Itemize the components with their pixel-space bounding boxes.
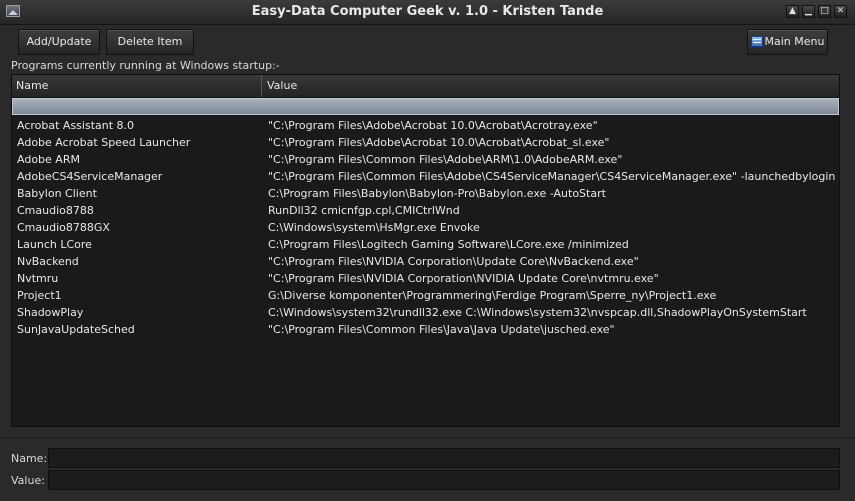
cell-name: Adobe ARM: [17, 153, 80, 166]
table-row[interactable]: Project1 G:\Diverse komponenter\Programme…: [12, 287, 839, 304]
selected-row[interactable]: [12, 98, 839, 115]
minimize-button[interactable]: ▁: [802, 5, 815, 18]
cell-value: "C:\Program Files\Adobe\Acrobat 10.0\Acr…: [268, 119, 598, 132]
cell-value: "C:\Program Files\Adobe\Acrobat 10.0\Acr…: [268, 136, 610, 149]
maximize-button[interactable]: □: [818, 5, 831, 18]
divider: [0, 437, 855, 438]
cell-name: Nvtmru: [17, 272, 59, 285]
delete-item-button[interactable]: Delete Item: [106, 29, 194, 55]
cell-value: "C:\Program Files\Common Files\Adobe\CS4…: [268, 170, 836, 183]
table-row[interactable]: Launch LCore C:\Program Files\Logitech Ga…: [12, 236, 839, 253]
cell-name: AdobeCS4ServiceManager: [17, 170, 163, 183]
table-row[interactable]: Adobe ARM "C:\Program Files\Common Files\…: [12, 151, 839, 168]
cell-value: "C:\Program Files\Common Files\Java\Java…: [268, 323, 615, 336]
column-header-value[interactable]: Value: [263, 75, 840, 97]
table-row[interactable]: Nvtmru "C:\Program Files\NVIDIA Corporati…: [12, 270, 839, 287]
table-row[interactable]: Cmaudio8788GX C:\Windows\system\HsMgr.exe…: [12, 219, 839, 236]
name-label: Name:: [11, 452, 48, 465]
table-row[interactable]: SunJavaUpdateSched "C:\Program Files\Comm…: [12, 321, 839, 338]
close-button[interactable]: ✕: [834, 5, 847, 18]
section-label: Programs currently running at Windows st…: [11, 59, 280, 72]
cell-name: Acrobat Assistant 8.0: [17, 119, 135, 132]
table-row[interactable]: Cmaudio8788 RunDll32 cmicnfgp.cpl,CMICtrl…: [12, 202, 839, 219]
cell-value: C:\Program Files\Babylon\Babylon-Pro\Bab…: [268, 187, 606, 200]
menu-icon: [750, 36, 763, 47]
name-input[interactable]: [48, 448, 840, 468]
cell-name: Adobe Acrobat Speed Launcher: [17, 136, 191, 149]
table-row[interactable]: Acrobat Assistant 8.0 "C:\Program Files\A…: [12, 117, 839, 134]
list-header: Name Value: [12, 75, 839, 98]
main-menu-button[interactable]: Main Menu: [747, 29, 828, 55]
value-input[interactable]: [48, 470, 840, 490]
cell-name: SunJavaUpdateSched: [17, 323, 135, 336]
cell-name: Babylon Client: [17, 187, 97, 200]
table-row[interactable]: Babylon Client C:\Program Files\Babylon\B…: [12, 185, 839, 202]
cell-value: C:\Program Files\Logitech Gaming Softwar…: [268, 238, 629, 251]
cell-name: Cmaudio8788: [17, 204, 94, 217]
table-row[interactable]: AdobeCS4ServiceManager "C:\Program Files\…: [12, 168, 839, 185]
cell-value: G:\Diverse komponenter\Programmering\Fer…: [268, 289, 717, 302]
window-title: Easy-Data Computer Geek v. 1.0 - Kristen…: [251, 4, 604, 19]
cell-name: NvBackend: [17, 255, 79, 268]
cell-name: Launch LCore: [17, 238, 92, 251]
list-rows: Acrobat Assistant 8.0 "C:\Program Files\A…: [12, 117, 839, 338]
value-label: Value:: [11, 474, 45, 487]
table-row[interactable]: NvBackend "C:\Program Files\NVIDIA Corpor…: [12, 253, 839, 270]
cell-value: RunDll32 cmicnfgp.cpl,CMICtrlWnd: [268, 204, 460, 217]
table-row[interactable]: Adobe Acrobat Speed Launcher "C:\Program …: [12, 134, 839, 151]
scroll-up-icon[interactable]: ▲: [786, 5, 799, 18]
cell-value: "C:\Program Files\NVIDIA Corporation\Upd…: [268, 255, 639, 268]
cell-value: C:\Windows\system\HsMgr.exe Envoke: [268, 221, 480, 234]
column-header-name[interactable]: Name: [12, 75, 262, 97]
cell-name: Cmaudio8788GX: [17, 221, 110, 234]
title-bar: Easy-Data Computer Geek v. 1.0 - Kristen…: [0, 0, 855, 25]
startup-programs-list[interactable]: Name Value Acrobat Assistant 8.0 "C:\Prog…: [11, 74, 840, 427]
cell-name: ShadowPlay: [17, 306, 84, 319]
main-menu-label: Main Menu: [764, 35, 825, 48]
cell-value: "C:\Program Files\Common Files\Adobe\ARM…: [268, 153, 623, 166]
table-row[interactable]: ShadowPlay C:\Windows\system32\rundll32.e…: [12, 304, 839, 321]
cell-value: "C:\Program Files\NVIDIA Corporation\NVI…: [268, 272, 659, 285]
cell-name: Project1: [17, 289, 62, 302]
add-update-button[interactable]: Add/Update: [18, 29, 100, 55]
cell-value: C:\Windows\system32\rundll32.exe C:\Wind…: [268, 306, 807, 319]
